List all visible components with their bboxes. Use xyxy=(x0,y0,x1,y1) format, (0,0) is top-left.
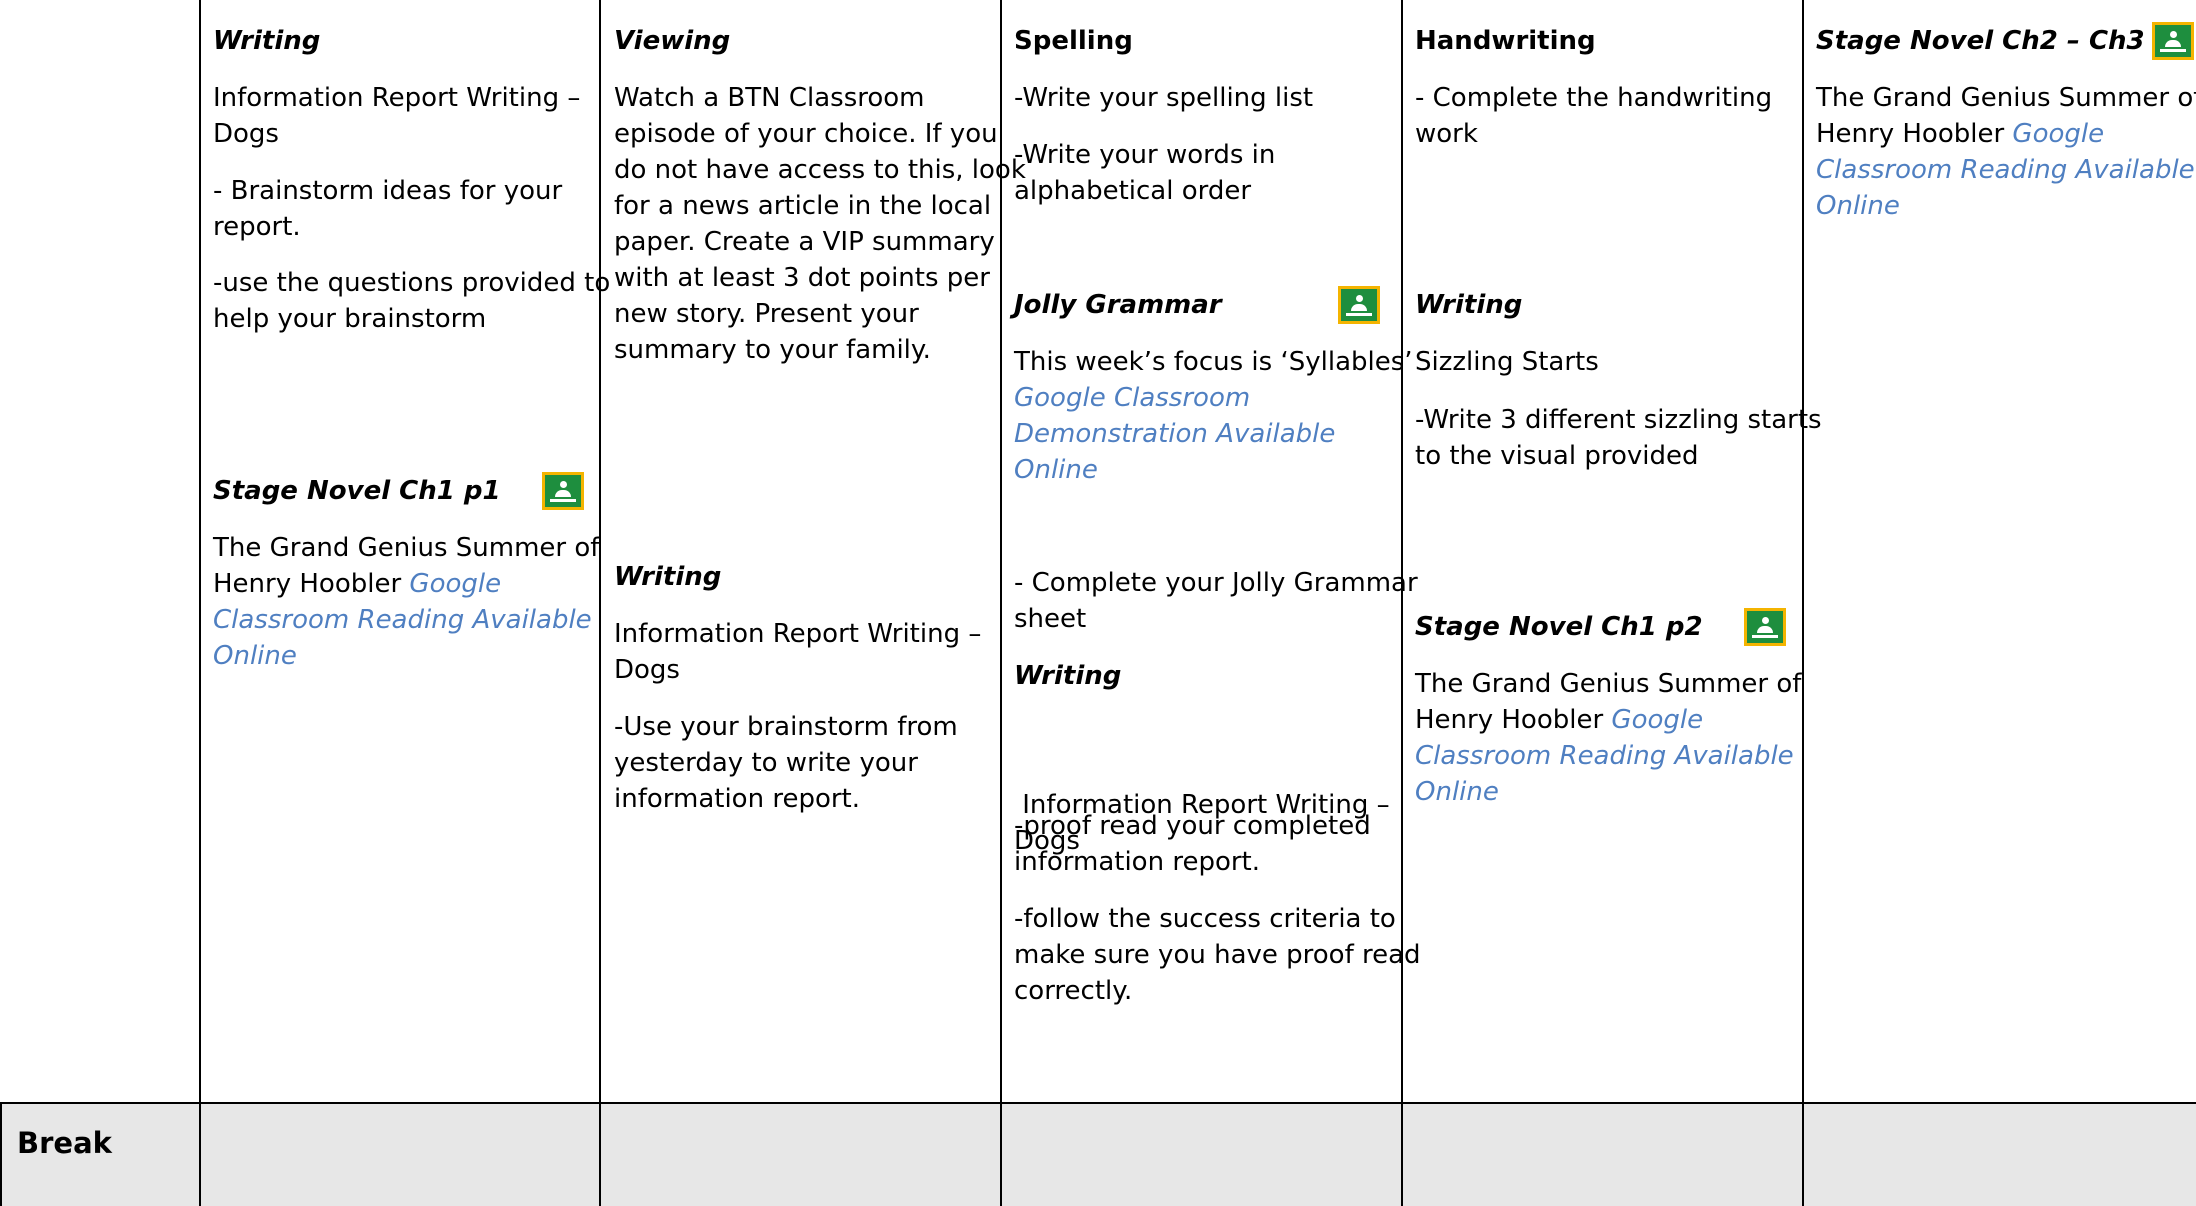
google-classroom-icon[interactable] xyxy=(1338,286,1380,324)
column-divider xyxy=(199,0,201,1206)
heading-writing: Writing xyxy=(213,26,321,56)
google-classroom-link[interactable]: Demonstration Available xyxy=(1014,416,1413,452)
task-text: -proof read your completed information re… xyxy=(1014,811,1371,877)
task-text: - Brainstorm ideas for your report. xyxy=(213,176,563,242)
task-text: The Grand Genius Summer of Henry Hoobler… xyxy=(1415,666,1801,810)
task-text: - Complete the handwriting work xyxy=(1415,83,1773,149)
task-text: -Write your words in alphabetical order xyxy=(1014,140,1276,206)
google-classroom-link[interactable]: Online xyxy=(1014,452,1413,488)
task-text: -Use your brainstorm from yesterday to wr… xyxy=(614,712,958,814)
google-classroom-link[interactable]: Online xyxy=(1415,774,1801,810)
heading-viewing: Viewing xyxy=(614,26,731,56)
task-text: Watch a BTN Classroom episode of your cho… xyxy=(614,83,1026,365)
task-text: Sizzling Starts xyxy=(1415,347,1599,377)
task-text: -follow the success criteria to make sure… xyxy=(1014,904,1421,1006)
heading-handwriting: Handwriting xyxy=(1415,26,1596,56)
task-text: Information Report Writing – Dogs xyxy=(614,619,982,685)
heading-writing: Writing xyxy=(1415,290,1523,320)
row-divider xyxy=(0,1102,2196,1104)
google-classroom-link[interactable]: Online xyxy=(213,638,599,674)
google-classroom-icon[interactable] xyxy=(542,472,584,510)
heading-jolly-grammar: Jolly Grammar xyxy=(1014,290,1222,320)
heading-stage-novel: Stage Novel Ch1 p1 xyxy=(213,476,501,506)
heading-writing: Writing xyxy=(1014,661,1122,691)
break-label: Break xyxy=(17,1126,112,1160)
task-text: This week’s focus is ‘Syllables’ Google … xyxy=(1014,344,1413,488)
column-divider xyxy=(1802,0,1804,1206)
heading-spelling: Spelling xyxy=(1014,26,1133,56)
google-classroom-link[interactable]: Google xyxy=(409,569,501,599)
task-text: Information Report Writing – Dogs xyxy=(213,83,581,149)
google-classroom-icon[interactable] xyxy=(1744,608,1786,646)
heading-stage-novel: Stage Novel Ch1 p2 xyxy=(1415,612,1703,642)
task-text: -Write 3 different sizzling starts to the… xyxy=(1415,405,1822,471)
heading-writing: Writing xyxy=(614,562,722,592)
heading-stage-novel: Stage Novel Ch2 – Ch3 p1 xyxy=(1816,26,2191,56)
task-text: The Grand Genius Summer of Henry Hoobler… xyxy=(1816,80,2196,224)
google-classroom-link[interactable]: Google xyxy=(1611,705,1703,735)
google-classroom-link[interactable]: Google xyxy=(2012,119,2104,149)
task-text: -use the questions provided to help your … xyxy=(213,268,611,334)
google-classroom-link[interactable]: Classroom Reading Available xyxy=(1816,152,2196,188)
google-classroom-link[interactable]: Google Classroom xyxy=(1014,380,1413,416)
google-classroom-link[interactable]: Online xyxy=(1816,188,2196,224)
task-text: -Write your spelling list xyxy=(1014,83,1314,113)
break-row xyxy=(0,1104,2196,1206)
google-classroom-link[interactable]: Classroom Reading Available xyxy=(213,602,599,638)
task-text: - Complete your Jolly Grammar sheet xyxy=(1014,568,1418,634)
google-classroom-link[interactable]: Classroom Reading Available xyxy=(1415,738,1801,774)
table-border-left xyxy=(0,1104,2,1206)
task-text: The Grand Genius Summer of Henry Hoobler… xyxy=(213,530,599,674)
google-classroom-icon[interactable] xyxy=(2152,22,2194,60)
